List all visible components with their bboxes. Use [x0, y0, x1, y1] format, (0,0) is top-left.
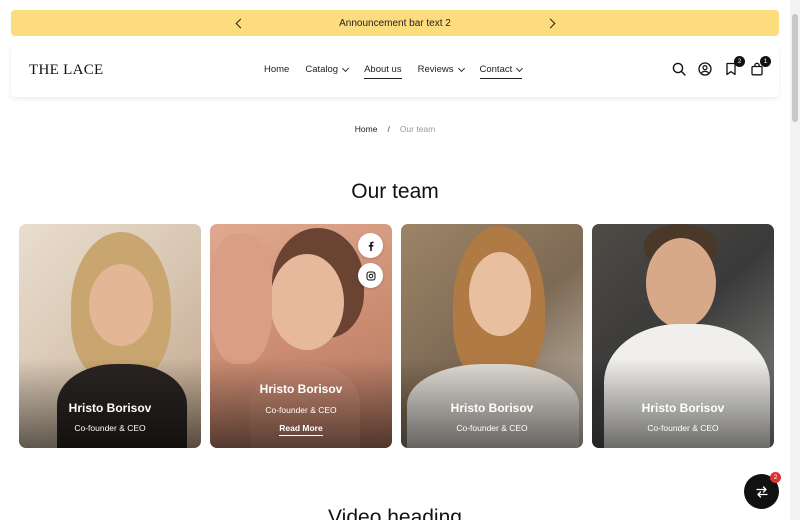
compare-button[interactable]: 2 — [744, 472, 781, 509]
breadcrumb-home[interactable]: Home — [355, 124, 378, 134]
member-role: Co-founder & CEO — [456, 423, 528, 433]
main-nav: Home Catalog About us Reviews Contact — [264, 64, 524, 79]
chevron-down-icon — [342, 64, 350, 72]
team-card[interactable]: Hristo Borisov Co-founder & CEO — [592, 224, 774, 448]
announcement-bar: Announcement bar text 2 — [11, 10, 779, 36]
member-name: Hristo Borisov — [68, 401, 152, 415]
team-card[interactable]: Hristo Borisov Co-founder & CEO Read Mor… — [210, 224, 392, 448]
user-icon[interactable] — [698, 62, 712, 76]
team-card[interactable]: Hristo Borisov Co-founder & CEO — [401, 224, 583, 448]
nav-home-label: Home — [264, 64, 290, 75]
nav-catalog[interactable]: Catalog — [305, 64, 350, 79]
member-photo — [89, 264, 153, 346]
nav-reviews-label: Reviews — [417, 64, 454, 75]
nav-reviews[interactable]: Reviews — [417, 64, 465, 79]
compare-arrows-icon — [755, 485, 768, 498]
member-photo — [270, 254, 344, 350]
nav-contact[interactable]: Contact — [479, 64, 524, 79]
member-role: Co-founder & CEO — [265, 405, 337, 415]
page-title: Our team — [351, 180, 439, 203]
nav-contact-label: Contact — [479, 64, 513, 75]
bookmark-icon[interactable]: 2 — [724, 56, 745, 76]
member-name: Hristo Borisov — [259, 382, 343, 396]
team-grid: Hristo Borisov Co-founder & CEO Hristo B… — [19, 224, 774, 448]
compare-count-badge: 2 — [770, 472, 781, 483]
logo[interactable]: THE LACE — [29, 62, 103, 79]
member-name: Hristo Borisov — [450, 401, 534, 415]
breadcrumb-separator: / — [387, 124, 390, 134]
member-photo — [469, 252, 531, 336]
read-more-link[interactable]: Read More — [210, 423, 392, 436]
instagram-button[interactable] — [358, 263, 383, 288]
member-photo — [646, 238, 716, 328]
nav-catalog-label: Catalog — [305, 64, 339, 75]
cart-count-badge: 1 — [760, 56, 771, 67]
nav-about-us-label: About us — [364, 64, 402, 75]
instagram-icon — [366, 271, 375, 280]
team-card[interactable]: Hristo Borisov Co-founder & CEO — [19, 224, 201, 448]
announcement-text: Announcement bar text 2 — [339, 17, 451, 29]
breadcrumb-current: Our team — [399, 124, 436, 134]
header-actions: 2 1 — [672, 56, 771, 76]
member-name: Hristo Borisov — [641, 401, 725, 415]
facebook-icon — [368, 241, 373, 251]
chevron-down-icon — [516, 64, 524, 72]
video-heading: Video heading — [328, 506, 462, 520]
bag-icon[interactable]: 1 — [750, 56, 771, 76]
nav-home[interactable]: Home — [264, 64, 289, 79]
nav-about-us[interactable]: About us — [364, 64, 402, 79]
member-photo — [210, 234, 272, 364]
announcement-next-button[interactable] — [544, 15, 560, 31]
site-header: THE LACE Home Catalog About us Reviews C… — [11, 44, 779, 97]
scrollbar-thumb[interactable] — [792, 14, 798, 122]
facebook-button[interactable] — [358, 233, 383, 258]
chevron-down-icon — [457, 64, 465, 72]
read-more-label: Read More — [279, 423, 323, 436]
announcement-prev-button[interactable] — [231, 15, 247, 31]
page-scrollbar[interactable] — [790, 0, 800, 520]
member-role: Co-founder & CEO — [647, 423, 719, 433]
wishlist-count-badge: 2 — [734, 56, 745, 67]
search-icon[interactable] — [672, 62, 686, 76]
member-role: Co-founder & CEO — [74, 423, 146, 433]
chevron-right-icon — [545, 18, 556, 28]
breadcrumb: Home / Our team — [0, 124, 790, 134]
chevron-left-icon — [235, 18, 246, 28]
